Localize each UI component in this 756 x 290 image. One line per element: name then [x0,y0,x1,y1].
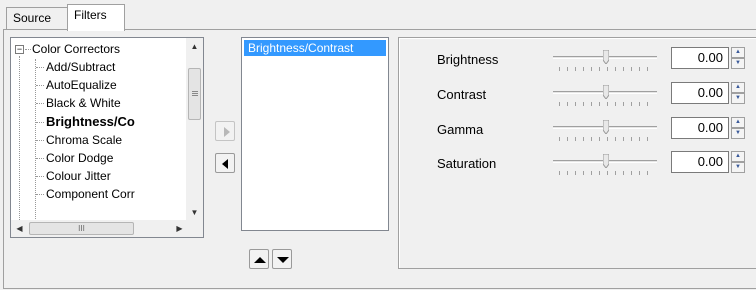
brightness-label: Brightness [437,52,499,67]
contrast-value-field[interactable]: 0.00 [671,82,729,104]
tree-branch [36,194,44,195]
tree-horizontal-scrollbar[interactable]: ◀ III ▶ [11,220,188,237]
tree-vertical-scrollbar[interactable]: ▲ ▼ [186,38,203,221]
gamma-slider[interactable] [553,118,657,144]
filter-settings-panel: Brightness 0.00 ▲ ▼ Contrast 0.00 ▲ ▼ Ga… [398,37,756,269]
saturation-label: Saturation [437,156,497,171]
spin-down-icon: ▼ [731,58,745,69]
tree-branch [36,85,44,86]
brightness-spinner[interactable]: ▲ ▼ [731,47,745,69]
filter-tree[interactable]: − Color Correctors Add/Subtract AutoEqua… [10,37,204,238]
tree-category-color-correctors[interactable]: Color Correctors [32,40,120,58]
spin-down-icon: ▼ [731,128,745,139]
arrow-left-icon [222,159,228,169]
slider-thumb-icon [603,154,609,168]
spin-up-icon: ▲ [731,151,745,162]
contrast-spinner[interactable]: ▲ ▼ [731,82,745,104]
tree-branch [36,67,44,68]
tree-item-component-corr[interactable]: Component Corr [46,185,135,203]
saturation-slider[interactable] [553,152,657,178]
scroll-up-icon[interactable]: ▲ [186,38,203,55]
active-filter-item[interactable]: Brightness/Contrast [244,40,386,56]
vertical-scroll-thumb[interactable] [188,68,201,120]
tab-source[interactable]: Source [6,7,68,29]
gamma-value-field[interactable]: 0.00 [671,117,729,139]
tree-item-color-dodge[interactable]: Color Dodge [46,149,113,167]
scroll-left-icon[interactable]: ◀ [11,220,28,237]
arrow-up-icon [254,257,266,263]
spin-up-icon: ▲ [731,47,745,58]
tab-source-label: Source [13,11,52,25]
move-down-button[interactable] [272,249,292,269]
move-up-button[interactable] [249,249,269,269]
add-filter-button[interactable] [215,121,235,141]
tree-item-autoequalize[interactable]: AutoEqualize [46,76,117,94]
tab-filters[interactable]: Filters [67,4,125,31]
collapse-icon[interactable]: − [15,45,24,54]
horizontal-scroll-thumb[interactable]: III [29,222,134,235]
tree-branch [36,140,44,141]
brightness-slider[interactable] [553,48,657,74]
gamma-spinner[interactable]: ▲ ▼ [731,117,745,139]
arrow-down-icon [277,257,289,263]
scroll-down-icon[interactable]: ▼ [186,204,203,221]
slider-thumb-icon [603,50,609,64]
active-filter-list[interactable]: Brightness/Contrast [241,37,389,231]
spin-up-icon: ▲ [731,82,745,93]
contrast-slider[interactable] [553,83,657,109]
spin-up-icon: ▲ [731,117,745,128]
remove-filter-button[interactable] [215,153,235,173]
slider-thumb-icon [603,120,609,134]
arrow-right-icon [224,127,230,137]
tree-branch [36,158,44,159]
brightness-value-field[interactable]: 0.00 [671,47,729,69]
tree-item-chroma-scale[interactable]: Chroma Scale [46,131,122,149]
tree-item-colour-jitter[interactable]: Colour Jitter [46,167,111,185]
tree-branch [36,122,44,123]
tree-branch [36,176,44,177]
tree-item-add-subtract[interactable]: Add/Subtract [46,58,115,76]
tree-branch [25,49,31,50]
spin-down-icon: ▼ [731,93,745,104]
tree-item-brightness-contrast[interactable]: Brightness/Co [46,113,135,131]
contrast-label: Contrast [437,87,487,102]
gamma-label: Gamma [437,122,484,137]
tab-filters-label: Filters [74,8,107,22]
tree-guide-line [19,56,20,226]
tree-item-black-white[interactable]: Black & White [46,94,121,112]
saturation-value-field[interactable]: 0.00 [671,151,729,173]
spin-down-icon: ▼ [731,162,745,173]
scrollbar-corner [186,220,203,237]
slider-thumb-icon [603,85,609,99]
saturation-spinner[interactable]: ▲ ▼ [731,151,745,173]
tree-branch [36,103,44,104]
